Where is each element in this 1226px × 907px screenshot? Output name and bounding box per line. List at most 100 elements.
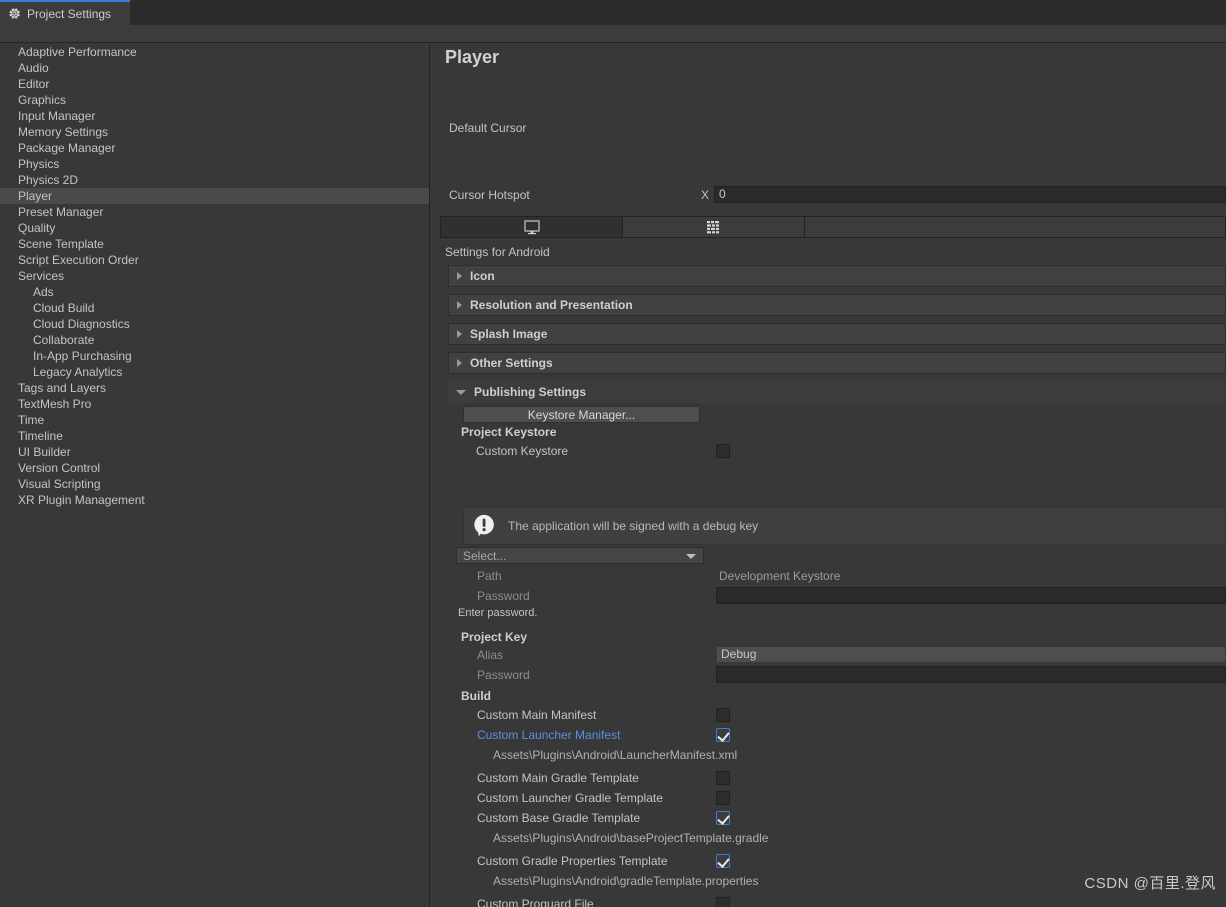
sidebar-item-xr-plugin-management[interactable]: XR Plugin Management [0, 492, 429, 508]
sidebar-item-tags-and-layers[interactable]: Tags and Layers [0, 380, 429, 396]
default-cursor-label: Default Cursor [449, 121, 527, 135]
sidebar-item-label: Collaborate [33, 333, 95, 347]
sidebar-item-label: Tags and Layers [18, 381, 107, 395]
cursor-hotspot-row: Cursor Hotspot X 0 [431, 186, 1226, 204]
sidebar-item-label: UI Builder [18, 445, 71, 459]
build-row-label[interactable]: Custom Launcher Manifest [477, 728, 620, 742]
chevron-right-icon [457, 359, 462, 367]
section-header-splash-image[interactable]: Splash Image [448, 323, 1226, 345]
sidebar-item-in-app-purchasing[interactable]: In-App Purchasing [0, 348, 429, 364]
section-header-icon[interactable]: Icon [448, 265, 1226, 287]
key-password-input[interactable] [716, 666, 1226, 683]
tab-project-settings[interactable]: Project Settings [0, 0, 130, 25]
sidebar-item-legacy-analytics[interactable]: Legacy Analytics [0, 364, 429, 380]
sidebar-item-quality[interactable]: Quality [0, 220, 429, 236]
sidebar-item-label: Editor [18, 77, 50, 91]
tab-label: Project Settings [27, 6, 112, 21]
section-header-resolution-and-presentation[interactable]: Resolution and Presentation [448, 294, 1226, 316]
sidebar-item-cloud-diagnostics[interactable]: Cloud Diagnostics [0, 316, 429, 332]
platform-tab-standalone[interactable] [441, 217, 623, 237]
build-row-checkbox[interactable] [716, 791, 730, 805]
build-row-checkbox[interactable] [716, 897, 730, 907]
sidebar-item-visual-scripting[interactable]: Visual Scripting [0, 476, 429, 492]
chevron-right-icon [457, 330, 462, 338]
debug-key-help-text: The application will be signed with a de… [508, 519, 759, 533]
sidebar-item-audio[interactable]: Audio [0, 60, 429, 76]
sidebar-item-label: Audio [18, 61, 49, 75]
sidebar-item-physics[interactable]: Physics [0, 156, 429, 172]
sidebar-item-timeline[interactable]: Timeline [0, 428, 429, 444]
section-title: Icon [470, 269, 495, 283]
build-row-label[interactable]: Custom Main Gradle Template [477, 771, 639, 785]
section-header-publishing-settings[interactable]: Publishing Settings [448, 381, 1226, 403]
cursor-hotspot-x-input[interactable]: 0 [714, 186, 1226, 203]
sidebar-item-label: Physics 2D [18, 173, 79, 187]
sidebar-item-package-manager[interactable]: Package Manager [0, 140, 429, 156]
sidebar-item-label: Quality [18, 221, 56, 235]
sidebar-item-memory-settings[interactable]: Memory Settings [0, 124, 429, 140]
sidebar-item-label: Version Control [18, 461, 101, 475]
sidebar-item-time[interactable]: Time [0, 412, 429, 428]
build-row-checkbox[interactable] [716, 708, 730, 722]
build-row-checkbox[interactable] [716, 854, 730, 868]
build-row-checkbox[interactable] [716, 771, 730, 785]
gear-icon [9, 8, 20, 19]
sidebar-item-ads[interactable]: Ads [0, 284, 429, 300]
sidebar-item-label: XR Plugin Management [18, 493, 145, 507]
sidebar-item-cloud-build[interactable]: Cloud Build [0, 300, 429, 316]
keystore-select-dropdown[interactable]: Select... [456, 547, 704, 564]
build-row-label[interactable]: Custom Launcher Gradle Template [477, 791, 663, 805]
key-alias-label: Alias [477, 648, 504, 662]
sidebar-item-label: Visual Scripting [18, 477, 101, 491]
window-tabbar: Project Settings [0, 0, 1226, 25]
sidebar-item-label: Time [18, 413, 45, 427]
sidebar-item-graphics[interactable]: Graphics [0, 92, 429, 108]
settings-for-platform-label: Settings for Android [445, 245, 550, 259]
sidebar-item-collaborate[interactable]: Collaborate [0, 332, 429, 348]
settings-category-sidebar[interactable]: Adaptive Performance Audio Editor Graphics I… [0, 44, 430, 907]
custom-keystore-label: Custom Keystore [476, 444, 569, 458]
platform-tab-android[interactable] [623, 217, 805, 237]
build-row-label[interactable]: Custom Base Gradle Template [477, 811, 640, 825]
sidebar-item-input-manager[interactable]: Input Manager [0, 108, 429, 124]
section-title: Publishing Settings [474, 385, 587, 399]
key-alias-input[interactable]: Debug [716, 646, 1226, 663]
sidebar-item-label: Cloud Build [33, 301, 95, 315]
sidebar-item-script-execution-order[interactable]: Script Execution Order [0, 252, 429, 268]
sidebar-item-preset-manager[interactable]: Preset Manager [0, 204, 429, 220]
sidebar-item-label: Services [18, 269, 65, 283]
sidebar-item-label: Graphics [18, 93, 67, 107]
sidebar-item-ui-builder[interactable]: UI Builder [0, 444, 429, 460]
custom-keystore-checkbox[interactable] [716, 444, 730, 458]
build-row-label[interactable]: Custom Proguard File [477, 897, 594, 907]
sidebar-item-label: Adaptive Performance [18, 45, 137, 59]
sidebar-item-label: TextMesh Pro [18, 397, 92, 411]
build-row-checkbox[interactable] [716, 811, 730, 825]
keystore-password-label: Password [477, 589, 530, 603]
sidebar-item-services[interactable]: Services [0, 268, 429, 284]
section-header-other-settings[interactable]: Other Settings [448, 352, 1226, 374]
sidebar-item-textmesh-pro[interactable]: TextMesh Pro [0, 396, 429, 412]
sidebar-item-adaptive-performance[interactable]: Adaptive Performance [0, 44, 429, 60]
build-row-path: Assets\Plugins\Android\baseProjectTempla… [493, 831, 769, 845]
platform-tab-bar[interactable] [440, 216, 1226, 238]
keystore-password-input[interactable] [716, 587, 1226, 604]
project-keystore-header: Project Keystore [461, 425, 557, 439]
build-header: Build [461, 689, 491, 703]
sidebar-item-label: Timeline [18, 429, 63, 443]
sidebar-item-scene-template[interactable]: Scene Template [0, 236, 429, 252]
tabbar-empty-area [130, 0, 1226, 25]
sidebar-item-physics-2d[interactable]: Physics 2D [0, 172, 429, 188]
player-settings-panel: Player Default Cursor Cursor Hotspot X 0 [431, 44, 1226, 907]
keystore-manager-button[interactable]: Keystore Manager... [463, 406, 700, 423]
warning-icon [474, 514, 494, 537]
toolbar-strip [0, 25, 1226, 43]
project-settings-window: Project Settings Adaptive Performance Aud… [0, 0, 1226, 907]
build-row-label[interactable]: Custom Gradle Properties Template [477, 854, 668, 868]
cursor-hotspot-x-axis-label: X [701, 188, 710, 202]
build-row-label[interactable]: Custom Main Manifest [477, 708, 596, 722]
sidebar-item-player[interactable]: Player [0, 188, 429, 204]
build-row-checkbox[interactable] [716, 728, 730, 742]
sidebar-item-version-control[interactable]: Version Control [0, 460, 429, 476]
sidebar-item-editor[interactable]: Editor [0, 76, 429, 92]
